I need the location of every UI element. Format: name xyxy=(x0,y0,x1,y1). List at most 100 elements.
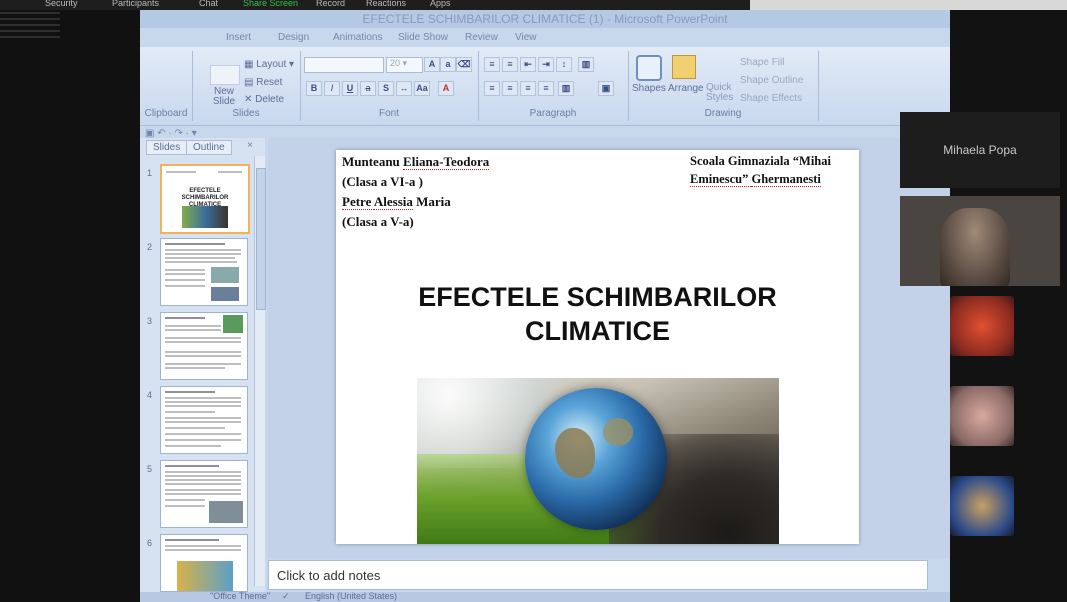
tab-slides[interactable]: Slides xyxy=(146,140,188,155)
tab-view[interactable]: View xyxy=(515,32,537,43)
participant-thumbnail[interactable] xyxy=(950,386,1014,446)
tab-design[interactable]: Design xyxy=(278,32,309,43)
thumb-number: 2 xyxy=(147,242,153,252)
slide-thumbnail-3[interactable] xyxy=(160,312,248,380)
font-size-field[interactable]: 20 ▾ xyxy=(386,57,423,73)
font-group: 20 ▾ A a ⌫ B I U a S ↔ Aa A Font xyxy=(300,51,479,121)
record-button[interactable]: Record xyxy=(316,0,345,8)
shape-outline-button[interactable]: Shape Outline xyxy=(740,75,803,86)
numbering-icon[interactable]: ≡ xyxy=(502,57,518,72)
tab-animations[interactable]: Animations xyxy=(333,32,382,43)
powerpoint-window: EFECTELE SCHIMBARILOR CLIMATICE (1) - Mi… xyxy=(140,10,950,602)
slide-thumbnail-2[interactable] xyxy=(160,238,248,306)
align-center-icon[interactable]: ≡ xyxy=(502,81,518,96)
slide-thumbnail-5[interactable] xyxy=(160,460,248,528)
reactions-button[interactable]: Reactions xyxy=(366,0,406,8)
tab-outline[interactable]: Outline xyxy=(186,140,232,155)
arrange-button[interactable]: Arrange xyxy=(668,83,704,94)
participants-button[interactable]: Participants xyxy=(112,0,159,8)
author-line-3: Petre Alessia Maria xyxy=(342,194,451,210)
line-spacing-icon[interactable]: ↕ xyxy=(556,57,572,72)
clear-format-icon[interactable]: ⌫ xyxy=(456,57,472,72)
increase-indent-icon[interactable]: ⇥ xyxy=(538,57,554,72)
security-button[interactable]: Security xyxy=(45,0,78,8)
text-columns-icon[interactable]: ▥ xyxy=(558,81,574,96)
participant-name-tile[interactable]: Mihaela Popa xyxy=(900,112,1060,188)
shapes-button[interactable]: Shapes xyxy=(632,83,666,94)
font-color-icon[interactable]: A xyxy=(438,81,454,96)
smartart-icon[interactable]: ▣ xyxy=(598,81,614,96)
columns-icon[interactable]: ▥ xyxy=(578,57,594,72)
thumb-number: 6 xyxy=(147,538,153,548)
status-bar: "Office Theme" ✓ English (United States) xyxy=(140,591,950,602)
slides-pane: Slides Outline × 1 EFECTELE SCHIMBARILOR… xyxy=(140,138,266,592)
spellcheck-icon[interactable]: ✓ xyxy=(282,591,290,602)
school-line-2: Eminescu” Ghermanesti xyxy=(690,172,821,187)
char-spacing-icon[interactable]: ↔ xyxy=(396,81,412,96)
decorative-lines xyxy=(0,12,60,42)
thumb-number: 4 xyxy=(147,390,153,400)
slide-title: EFECTELE SCHIMBARILOR CLIMATICE xyxy=(336,280,859,348)
slide-thumbnail-6[interactable] xyxy=(160,534,248,592)
participant-video-tile[interactable] xyxy=(900,196,1060,286)
clipboard-group: Clipboard xyxy=(140,51,193,121)
drawing-group: Shapes Arrange Quick Styles Shape Fill S… xyxy=(628,51,819,121)
current-slide[interactable]: Munteanu Eliana-Teodora (Clasa a VI-a ) … xyxy=(336,150,859,544)
justify-icon[interactable]: ≡ xyxy=(538,81,554,96)
thumb-number: 1 xyxy=(147,168,153,178)
bullets-icon[interactable]: ≡ xyxy=(484,57,500,72)
chat-button[interactable]: Chat xyxy=(199,0,218,8)
language-status[interactable]: English (United States) xyxy=(305,591,397,601)
italic-icon[interactable]: I xyxy=(324,81,340,96)
tab-slide-show[interactable]: Slide Show xyxy=(398,32,448,43)
paragraph-group: ≡ ≡ ⇤ ⇥ ↕ ▥ ≡ ≡ ≡ ≡ ▥ ▣ Paragraph xyxy=(478,51,629,121)
reset-button[interactable]: ▤ Reset xyxy=(244,77,282,88)
scrollbar-thumb[interactable] xyxy=(256,168,266,310)
layout-button[interactable]: ▦ Layout ▾ xyxy=(244,59,294,70)
shadow-icon[interactable]: S xyxy=(378,81,394,96)
align-left-icon[interactable]: ≡ xyxy=(484,81,500,96)
apps-button[interactable]: Apps xyxy=(430,0,451,8)
shape-effects-button[interactable]: Shape Effects xyxy=(740,93,802,104)
shape-fill-button[interactable]: Shape Fill xyxy=(740,57,784,68)
change-case-icon[interactable]: Aa xyxy=(414,81,430,96)
thumb-number: 3 xyxy=(147,316,153,326)
window-title: EFECTELE SCHIMBARILOR CLIMATICE (1) - Mi… xyxy=(140,10,950,28)
slide-title-line-2: CLIMATICE xyxy=(525,316,670,346)
close-pane-icon[interactable]: × xyxy=(247,140,253,151)
new-slide-button[interactable]: New Slide xyxy=(206,87,242,107)
thumb-number: 5 xyxy=(147,464,153,474)
slide-thumbnail-4[interactable] xyxy=(160,386,248,454)
underline-icon[interactable]: U xyxy=(342,81,358,96)
align-right-icon[interactable]: ≡ xyxy=(520,81,536,96)
pane-scrollbar[interactable] xyxy=(254,156,266,586)
ribbon: Clipboard New Slide ▦ Layout ▾ ▤ Reset ✕… xyxy=(140,47,950,126)
theme-status: "Office Theme" xyxy=(210,591,271,601)
quick-styles-button[interactable]: Quick Styles xyxy=(706,83,738,103)
font-name-field[interactable] xyxy=(304,57,384,73)
tab-review[interactable]: Review xyxy=(465,32,498,43)
new-slide-icon[interactable] xyxy=(210,65,240,85)
tab-insert[interactable]: Insert xyxy=(226,32,251,43)
arrange-icon[interactable] xyxy=(672,55,696,79)
decrease-indent-icon[interactable]: ⇤ xyxy=(520,57,536,72)
slides-group: New Slide ▦ Layout ▾ ▤ Reset ✕ Delete Sl… xyxy=(192,51,301,121)
participant-thumbnail[interactable] xyxy=(950,296,1014,356)
slide-title-line-1: EFECTELE SCHIMBARILOR xyxy=(418,282,777,312)
ribbon-tabs: Insert Design Animations Slide Show Revi… xyxy=(140,30,950,46)
author-line-1: Munteanu Eliana-Teodora xyxy=(342,154,490,170)
notes-field[interactable]: Click to add notes xyxy=(268,560,928,590)
participant-thumbnail[interactable] xyxy=(950,476,1014,536)
earth-image xyxy=(417,378,779,544)
delete-button[interactable]: ✕ Delete xyxy=(244,94,284,105)
shrink-font-icon[interactable]: a xyxy=(440,57,456,72)
share-screen-button[interactable]: Share Screen xyxy=(243,0,298,8)
strikethrough-icon[interactable]: a xyxy=(360,81,376,96)
slide-thumbnail-1[interactable]: EFECTELE SCHIMBARILOR CLIMATICE xyxy=(160,164,250,234)
author-line-4: (Clasa a V-a) xyxy=(342,214,414,229)
globe-icon xyxy=(525,388,667,530)
left-dark-area xyxy=(0,10,140,602)
grow-font-icon[interactable]: A xyxy=(424,57,440,72)
shapes-icon[interactable] xyxy=(636,55,662,81)
bold-icon[interactable]: B xyxy=(306,81,322,96)
